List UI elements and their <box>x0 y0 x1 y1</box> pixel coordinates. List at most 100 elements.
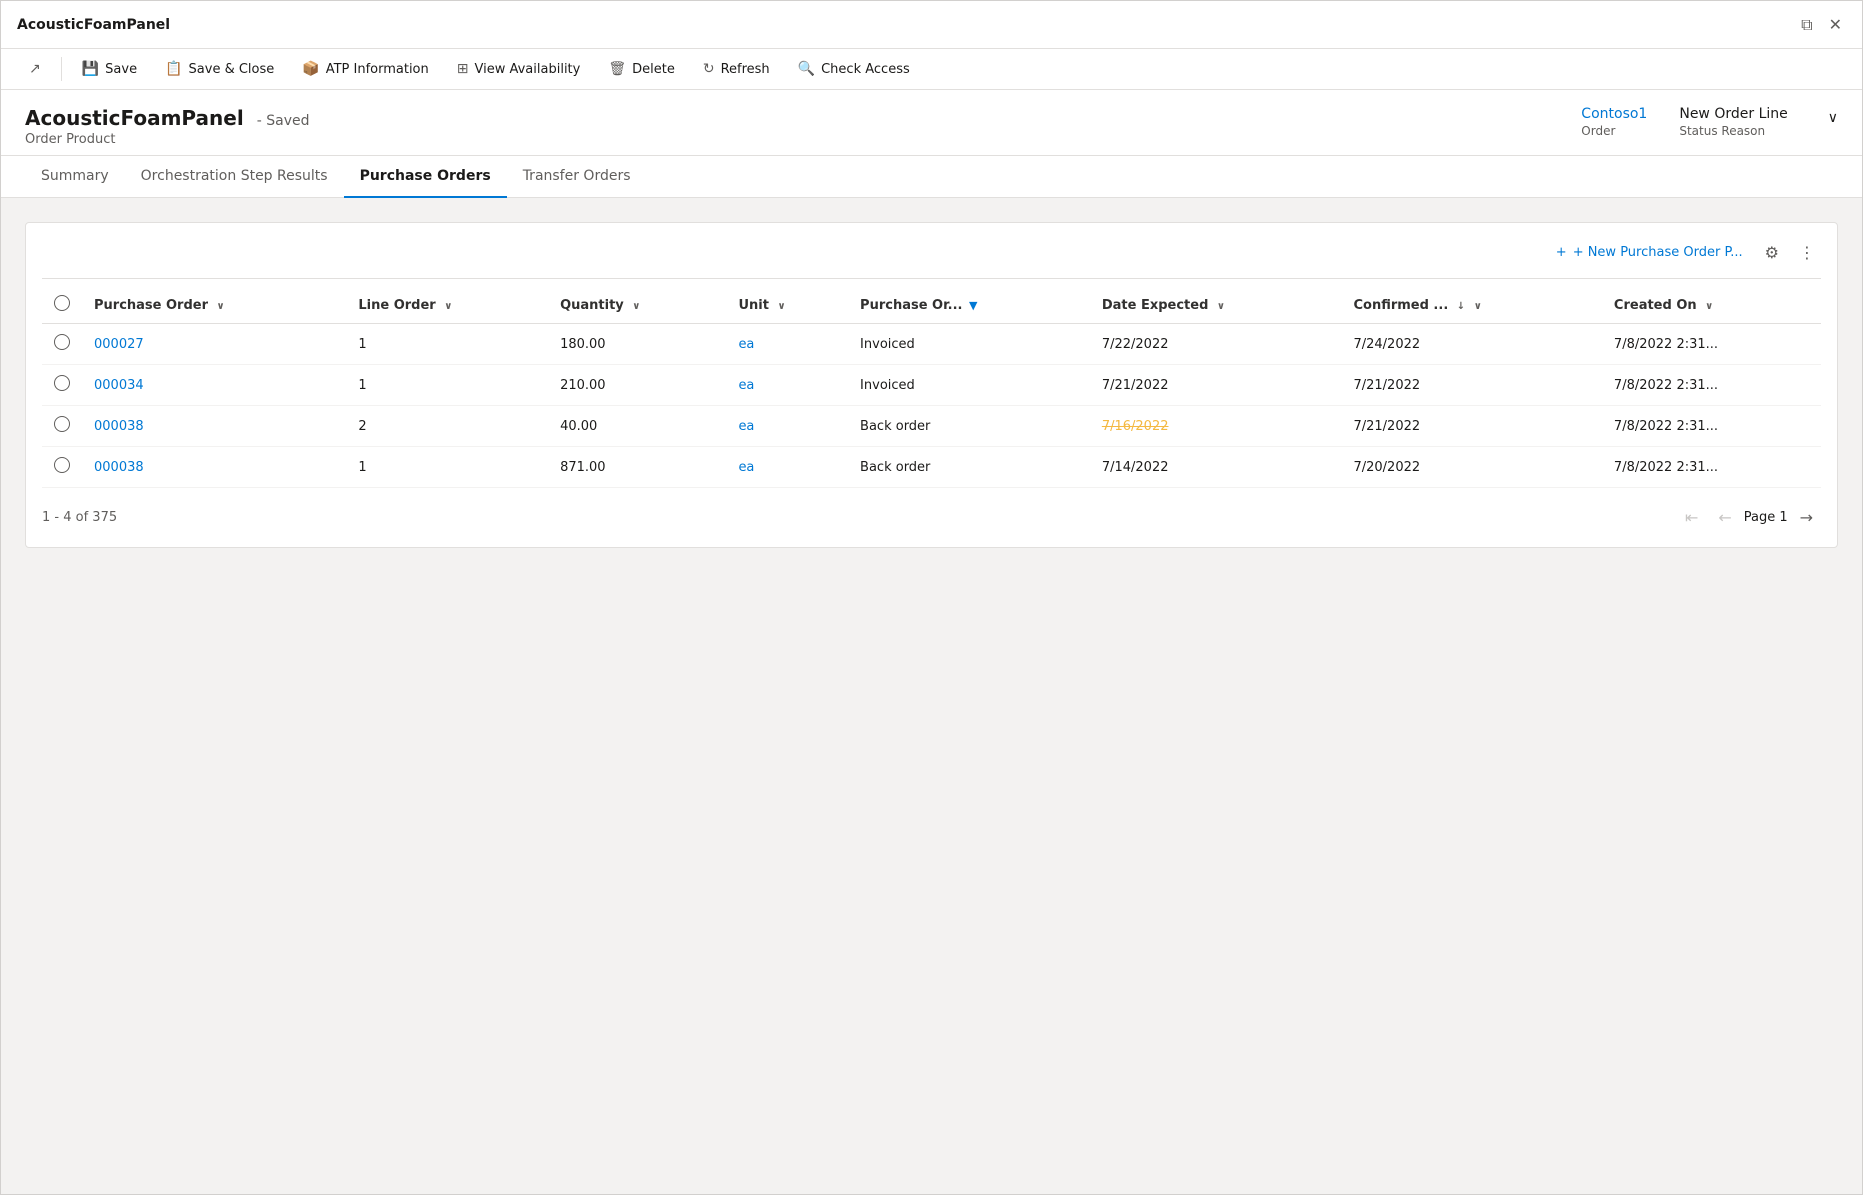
table-row: 000027 1 180.00 ea Invoiced 7/22/2022 7/… <box>42 324 1821 365</box>
save-close-icon: 📋 <box>165 61 182 77</box>
row-checkbox-cell[interactable] <box>42 406 82 447</box>
col-created-on[interactable]: Created On ∨ <box>1602 287 1821 324</box>
header-fields: Contoso1 Order New Order Line Status Rea… <box>1581 106 1838 138</box>
unit-sort-icon: ∨ <box>777 301 785 312</box>
next-page-button[interactable]: → <box>1792 504 1821 531</box>
line-order-sort-icon: ∨ <box>444 301 452 312</box>
cell-confirmed-1: 7/21/2022 <box>1341 365 1601 406</box>
cell-created-on-0: 7/8/2022 2:31... <box>1602 324 1821 365</box>
cell-line-order-3: 1 <box>346 447 548 488</box>
order-link[interactable]: Contoso1 <box>1581 106 1647 122</box>
cell-status-1: Invoiced <box>848 365 1090 406</box>
tab-summary[interactable]: Summary <box>25 156 125 198</box>
cell-purchase-order-1: 000034 <box>82 365 346 406</box>
col-line-order[interactable]: Line Order ∨ <box>346 287 548 324</box>
pagination-controls: ⇤ ← Page 1 → <box>1677 504 1821 531</box>
table-row: 000038 1 871.00 ea Back order 7/14/2022 … <box>42 447 1821 488</box>
record-title: AcousticFoamPanel <box>25 106 244 130</box>
open-external-button[interactable]: ↗ <box>17 55 53 83</box>
tab-bar: Summary Orchestration Step Results Purch… <box>1 156 1862 198</box>
col-unit[interactable]: Unit ∨ <box>726 287 848 324</box>
maximize-button[interactable]: ⧉ <box>1797 11 1816 39</box>
row-checkbox-0[interactable] <box>54 334 70 350</box>
close-button[interactable]: ✕ <box>1825 11 1846 39</box>
table-row: 000034 1 210.00 ea Invoiced 7/21/2022 7/… <box>42 365 1821 406</box>
first-page-button[interactable]: ⇤ <box>1677 504 1706 531</box>
status-reason-label: Status Reason <box>1679 124 1765 138</box>
purchase-order-link-1[interactable]: 000034 <box>94 378 144 393</box>
date-expected-sort-icon: ∨ <box>1217 301 1225 312</box>
cell-created-on-1: 7/8/2022 2:31... <box>1602 365 1821 406</box>
date-expected-value-3: 7/14/2022 <box>1102 460 1169 475</box>
purchase-order-status-filter-icon: ▼ <box>969 299 977 312</box>
col-purchase-order[interactable]: Purchase Order ∨ <box>82 287 346 324</box>
confirmed-sort-icon2: ∨ <box>1474 301 1482 312</box>
table-row: 000038 2 40.00 ea Back order 7/16/2022 7… <box>42 406 1821 447</box>
order-label: Order <box>1581 124 1615 138</box>
unit-link-2[interactable]: ea <box>738 419 754 434</box>
purchase-order-link-0[interactable]: 000027 <box>94 337 144 352</box>
page-indicator: Page 1 <box>1744 510 1788 525</box>
row-checkbox-cell[interactable] <box>42 365 82 406</box>
table-body: 000027 1 180.00 ea Invoiced 7/22/2022 7/… <box>42 324 1821 488</box>
cell-created-on-3: 7/8/2022 2:31... <box>1602 447 1821 488</box>
delete-icon: 🗑 <box>608 61 626 77</box>
row-checkbox-1[interactable] <box>54 375 70 391</box>
tab-orchestration[interactable]: Orchestration Step Results <box>125 156 344 198</box>
purchase-order-link-2[interactable]: 000038 <box>94 419 144 434</box>
title-bar: AcousticFoamPanel ⧉ ✕ <box>1 1 1862 49</box>
refresh-button[interactable]: ↻ Refresh <box>691 55 782 83</box>
cell-quantity-2: 40.00 <box>548 406 726 447</box>
date-expected-value-2: 7/16/2022 <box>1102 419 1169 434</box>
confirmed-sort-icon: ↓ <box>1457 301 1465 312</box>
cell-line-order-0: 1 <box>346 324 548 365</box>
delete-button[interactable]: 🗑 Delete <box>596 55 687 83</box>
saved-indicator: - Saved <box>257 113 310 129</box>
select-all-header[interactable] <box>42 287 82 324</box>
prev-page-button[interactable]: ← <box>1710 504 1739 531</box>
purchase-orders-table: Purchase Order ∨ Line Order ∨ Quantity ∨… <box>42 287 1821 488</box>
cell-date-expected-2: 7/16/2022 <box>1090 406 1342 447</box>
col-confirmed[interactable]: Confirmed ... ↓ ∨ <box>1341 287 1601 324</box>
cell-purchase-order-0: 000027 <box>82 324 346 365</box>
new-purchase-order-button[interactable]: + + New Purchase Order P... <box>1548 241 1751 264</box>
col-purchase-order-status[interactable]: Purchase Or... ▼ <box>848 287 1090 324</box>
cell-date-expected-3: 7/14/2022 <box>1090 447 1342 488</box>
window-title: AcousticFoamPanel <box>17 17 170 33</box>
cell-unit-1: ea <box>726 365 848 406</box>
header-chevron-icon[interactable]: ∨ <box>1828 110 1838 126</box>
save-label: Save <box>105 62 137 77</box>
save-close-button[interactable]: 📋 Save & Close <box>153 55 286 83</box>
row-checkbox-2[interactable] <box>54 416 70 432</box>
unit-link-3[interactable]: ea <box>738 460 754 475</box>
view-availability-button[interactable]: ⊞ View Availability <box>445 55 593 83</box>
row-checkbox-cell[interactable] <box>42 324 82 365</box>
col-date-expected[interactable]: Date Expected ∨ <box>1090 287 1342 324</box>
status-reason-field: New Order Line Status Reason <box>1679 106 1787 138</box>
pagination-range: 1 - 4 of 375 <box>42 510 117 525</box>
date-expected-value-1: 7/21/2022 <box>1102 378 1169 393</box>
created-on-sort-icon: ∨ <box>1705 301 1713 312</box>
cell-line-order-1: 1 <box>346 365 548 406</box>
unit-link-0[interactable]: ea <box>738 337 754 352</box>
header-section: AcousticFoamPanel - Saved Order Product … <box>1 90 1862 156</box>
save-button[interactable]: 💾 Save <box>70 55 149 83</box>
check-access-button[interactable]: 🔍 Check Access <box>786 55 922 83</box>
purchase-order-sort-icon: ∨ <box>217 301 225 312</box>
tab-purchase-orders[interactable]: Purchase Orders <box>344 156 507 198</box>
row-checkbox-3[interactable] <box>54 457 70 473</box>
settings-button[interactable]: ⚙ <box>1759 239 1785 266</box>
date-expected-value-0: 7/22/2022 <box>1102 337 1169 352</box>
tab-transfer-orders[interactable]: Transfer Orders <box>507 156 647 198</box>
col-quantity[interactable]: Quantity ∨ <box>548 287 726 324</box>
row-checkbox-cell[interactable] <box>42 447 82 488</box>
open-external-icon: ↗ <box>29 61 41 77</box>
more-options-button[interactable]: ⋮ <box>1793 239 1821 266</box>
purchase-order-link-3[interactable]: 000038 <box>94 460 144 475</box>
check-access-icon: 🔍 <box>798 61 815 77</box>
unit-link-1[interactable]: ea <box>738 378 754 393</box>
atp-information-button[interactable]: 📦 ATP Information <box>290 55 441 83</box>
select-all-checkbox[interactable] <box>54 295 70 311</box>
cell-purchase-order-2: 000038 <box>82 406 346 447</box>
check-access-label: Check Access <box>821 62 910 77</box>
